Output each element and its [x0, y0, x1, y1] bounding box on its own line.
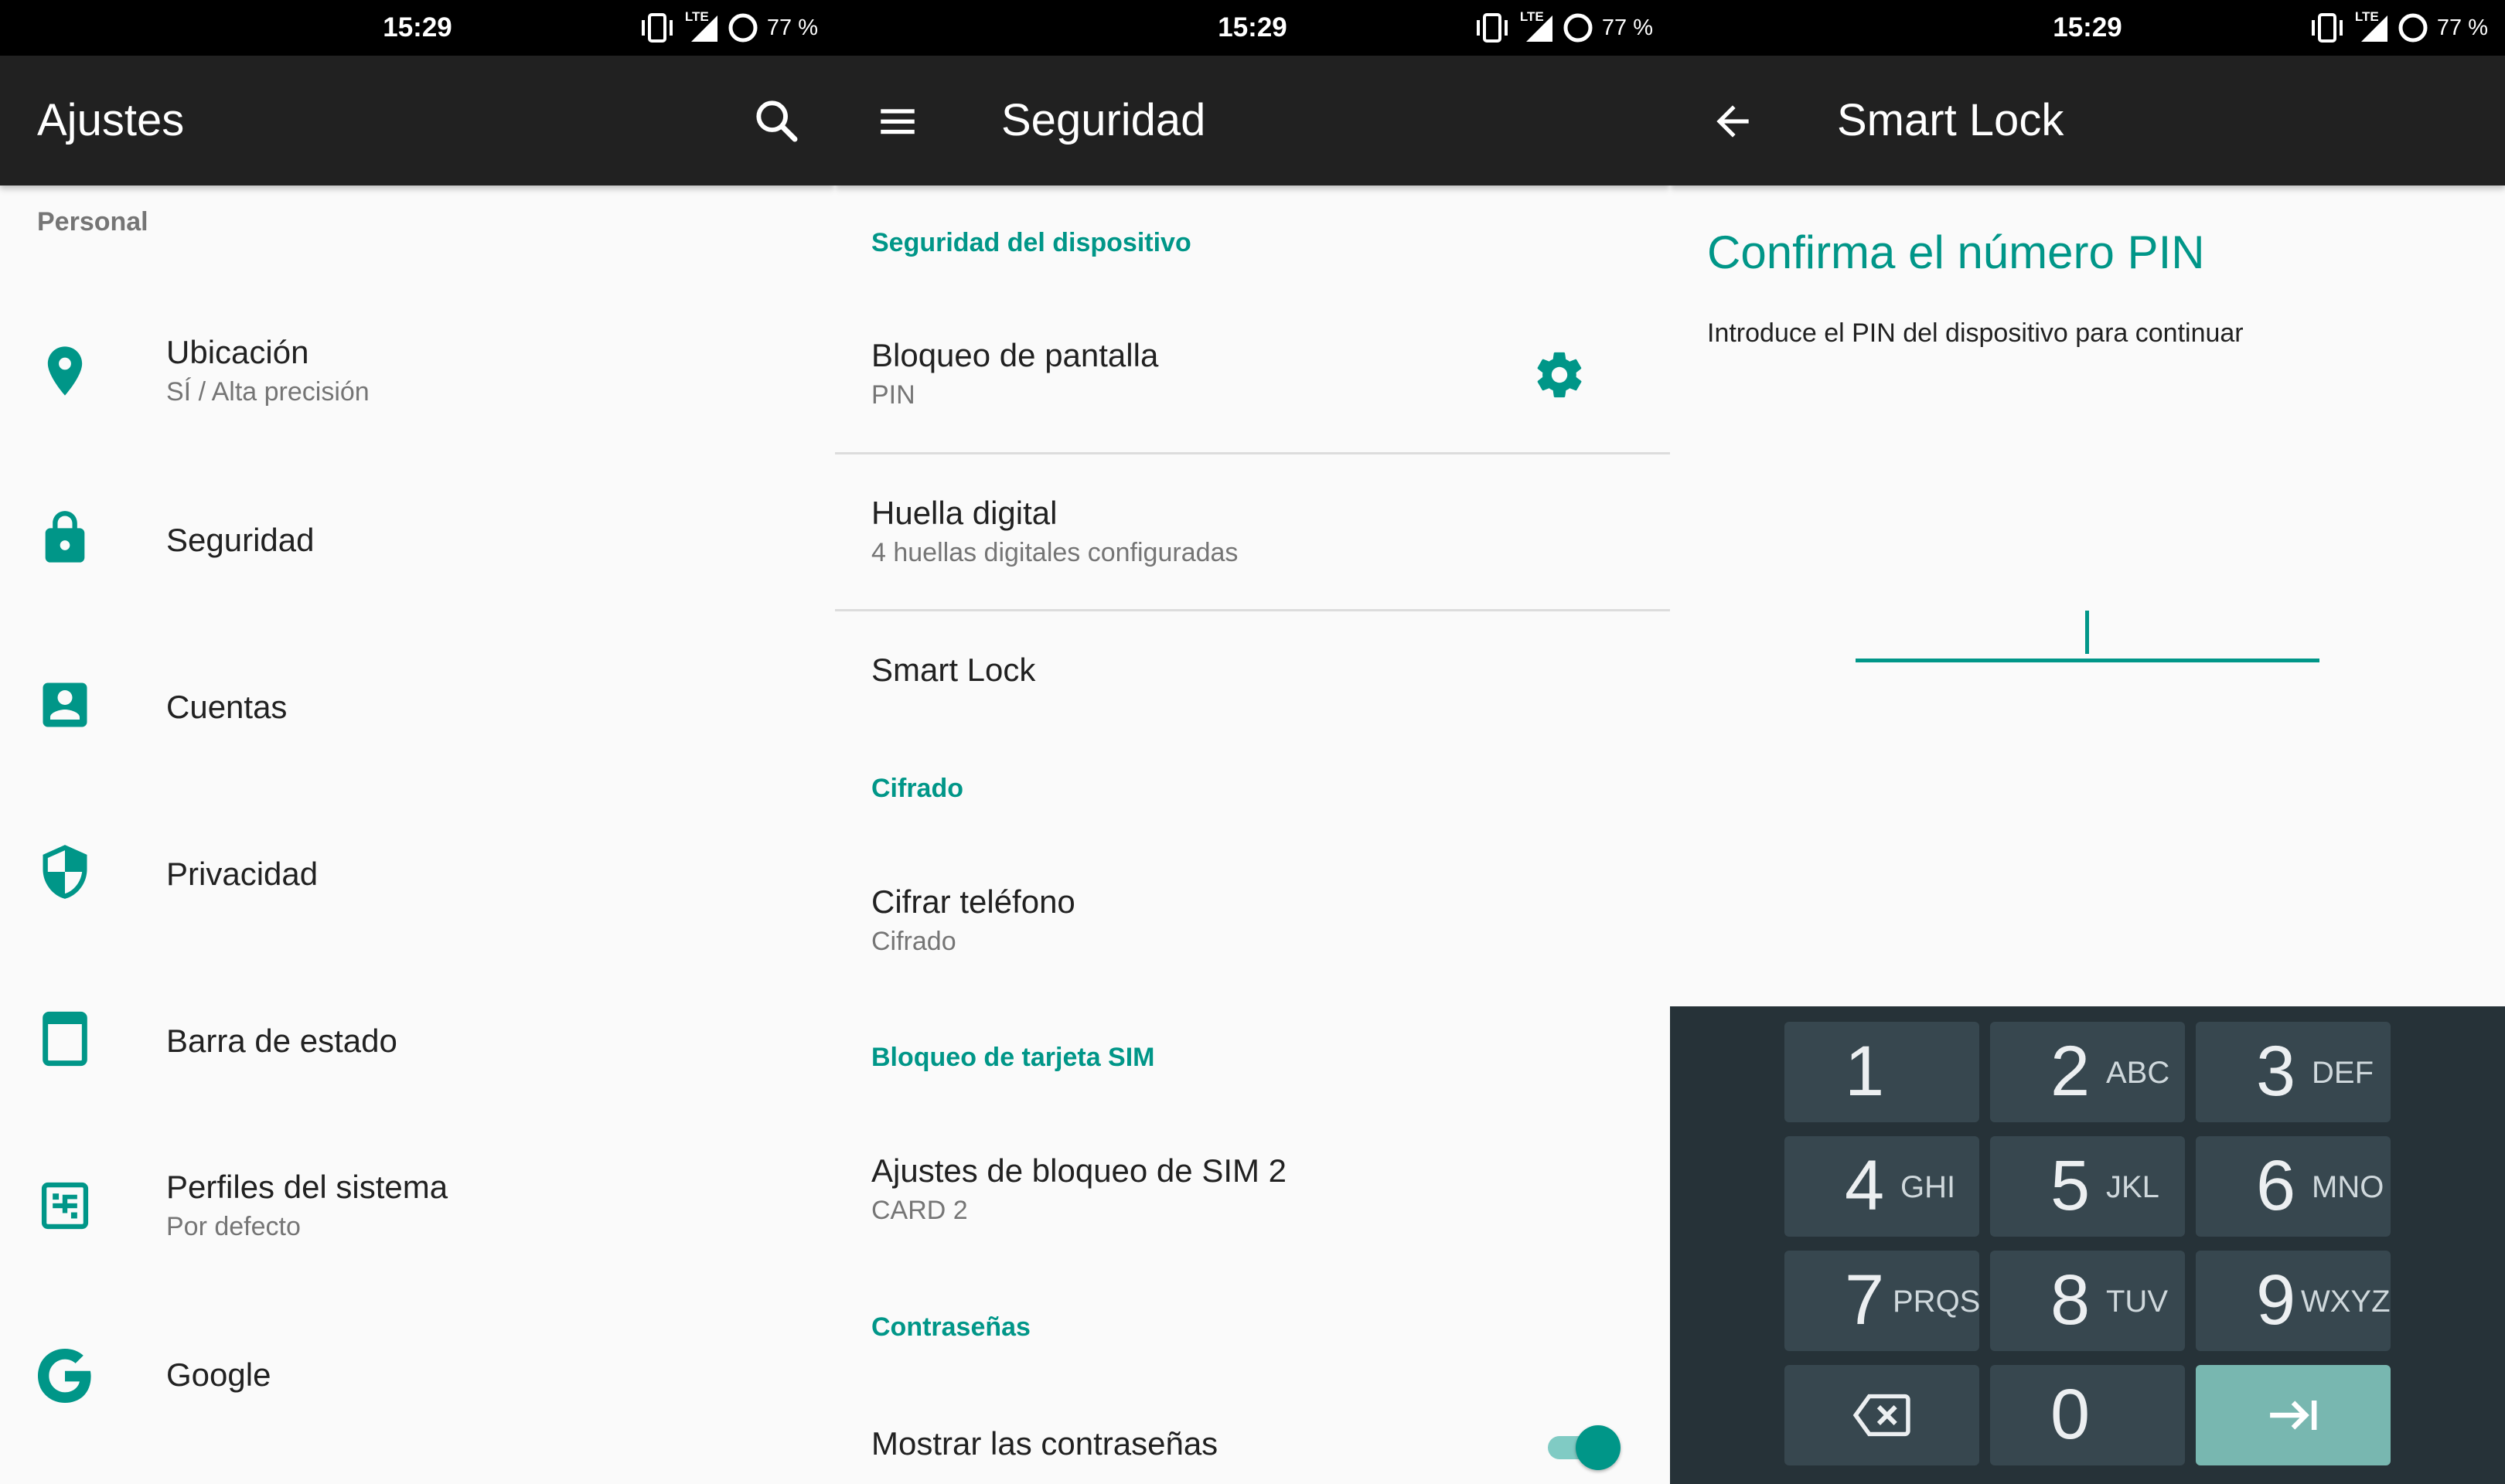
- item-subtitle: 4 huellas digitales configuradas: [871, 538, 1239, 567]
- settings-item-accounts[interactable]: Cuentas: [0, 628, 835, 782]
- item-subtitle: Cifrado: [871, 927, 956, 956]
- profiles-icon: [41, 1182, 89, 1230]
- search-icon[interactable]: [752, 96, 801, 145]
- item-label: Seguridad: [166, 522, 315, 558]
- key-9[interactable]: 9 WXYZ: [2196, 1251, 2391, 1351]
- settings-item-google[interactable]: Google: [0, 1295, 835, 1450]
- key-8[interactable]: 8 TUV: [1990, 1251, 2185, 1351]
- item-label: Cuentas: [166, 689, 288, 725]
- pin-description: Introduce el PIN del dispositivo para co…: [1707, 318, 2244, 348]
- app-bar: Ajustes: [0, 56, 835, 186]
- item-subtitle: CARD 2: [871, 1196, 968, 1225]
- backspace-key[interactable]: [1784, 1365, 1979, 1465]
- item-label: Ajustes de bloqueo de SIM 2: [871, 1152, 1287, 1189]
- item-label: Privacidad: [166, 856, 319, 892]
- back-arrow-icon[interactable]: [1709, 97, 1757, 145]
- location-pin-icon: [47, 346, 83, 396]
- key-2[interactable]: 2 ABC: [1990, 1022, 2185, 1122]
- key-7[interactable]: 7 PRQS: [1784, 1251, 1980, 1351]
- item-label: Bloqueo de pantalla: [871, 337, 1159, 373]
- encrypt-phone-item[interactable]: Cifrar teléfono Cifrado: [835, 835, 1670, 989]
- battery-percent: 77 %: [1601, 15, 1653, 40]
- vibrate-icon: [1476, 13, 1508, 43]
- menu-icon[interactable]: [875, 99, 920, 144]
- pin-heading: Confirma el número PIN: [1707, 226, 2205, 278]
- account-box-icon: [43, 682, 87, 727]
- item-label: Mostrar las contraseñas: [871, 1425, 1218, 1462]
- item-label: Ubicación: [166, 334, 309, 370]
- settings-panel: 15:29 LTE 77 % Ajustes Personal Ubicació…: [0, 0, 835, 1484]
- item-label: Perfiles del sistema: [166, 1169, 448, 1205]
- signal-icon: LTE: [685, 9, 719, 43]
- screen-lock-item[interactable]: Bloqueo de pantalla PIN: [835, 294, 1670, 452]
- show-passwords-toggle[interactable]: [1546, 1422, 1621, 1470]
- sim-lock-item[interactable]: Ajustes de bloqueo de SIM 2 CARD 2: [835, 1105, 1670, 1260]
- page-title: Smart Lock: [1837, 95, 2064, 145]
- security-panel: 15:29 LTE 77 % Seguridad Seguridad del d…: [835, 0, 1670, 1484]
- category-sim-lock: Bloqueo de tarjeta SIM: [871, 1043, 1155, 1072]
- item-subtitle: PIN: [871, 380, 915, 410]
- settings-item-privacy[interactable]: Privacidad: [0, 795, 835, 949]
- battery-percent: 77 %: [2436, 15, 2488, 40]
- key-3[interactable]: 3 DEF: [2196, 1022, 2391, 1122]
- app-bar: Seguridad: [835, 56, 1670, 186]
- google-icon: [38, 1349, 91, 1403]
- settings-item-status-bar[interactable]: Barra de estado: [0, 962, 835, 1116]
- numeric-keypad: 1 2 ABC 3 DEF 4 GHI 5 JKL 6 MNO 7 PRQS 8 TUV 9W…: [1670, 1006, 2505, 1484]
- item-label: Cifrar teléfono: [871, 883, 1075, 920]
- app-bar: Smart Lock: [1670, 56, 2505, 186]
- pin-underline: [1856, 659, 2319, 662]
- item-label: Google: [166, 1356, 271, 1393]
- smart-lock-panel: 15:29 LTE 77 % Smart Lock Confirma el nú…: [1670, 0, 2505, 1484]
- key-0[interactable]: 0: [1990, 1365, 2185, 1465]
- show-passwords-item[interactable]: Mostrar las contraseñas: [835, 1384, 1670, 1484]
- status-bar-icon: [43, 1011, 87, 1067]
- battery-ring-icon: [2398, 13, 2428, 43]
- key-4[interactable]: 4 GHI: [1784, 1136, 1979, 1237]
- battery-ring-icon: [1563, 13, 1593, 43]
- item-label: Barra de estado: [166, 1023, 397, 1059]
- category-passwords: Contraseñas: [871, 1312, 1031, 1342]
- item-subtitle: Por defecto: [166, 1212, 301, 1241]
- signal-icon: LTE: [2355, 9, 2389, 43]
- category-encryption: Cifrado: [871, 774, 963, 803]
- key-5[interactable]: 5 JKL: [1990, 1136, 2185, 1237]
- gear-icon[interactable]: [1532, 348, 1586, 402]
- vibrate-icon: [641, 13, 673, 43]
- category-device-security: Seguridad del dispositivo: [871, 228, 1191, 257]
- item-label: Smart Lock: [871, 652, 1036, 688]
- lock-icon: [45, 511, 85, 563]
- vibrate-icon: [2311, 13, 2343, 43]
- fingerprint-item[interactable]: Huella digital 4 huellas digitales confi…: [835, 454, 1670, 609]
- settings-item-location[interactable]: Ubicación SÍ / Alta precisión: [0, 294, 835, 448]
- page-title: Ajustes: [37, 95, 185, 145]
- status-bar: 15:29 LTE 77 %: [0, 0, 835, 56]
- battery-ring-icon: [728, 13, 758, 43]
- pin-input[interactable]: [1856, 603, 2319, 665]
- backspace-icon: [1852, 1394, 1910, 1437]
- page-title: Seguridad: [1001, 95, 1206, 145]
- text-cursor: [2085, 611, 2089, 654]
- shield-icon: [43, 845, 87, 899]
- key-6[interactable]: 6 MNO: [2196, 1136, 2391, 1237]
- smart-lock-item[interactable]: Smart Lock: [835, 611, 1670, 751]
- item-subtitle: SÍ / Alta precisión: [166, 377, 370, 407]
- status-bar: 15:29 LTE 77 %: [835, 0, 1670, 56]
- status-bar: 15:29 LTE 77 %: [1670, 0, 2505, 56]
- enter-key[interactable]: [2196, 1365, 2391, 1465]
- tab-arrow-icon: [2270, 1401, 2317, 1430]
- key-1[interactable]: 1: [1784, 1022, 1979, 1122]
- item-label: Huella digital: [871, 495, 1058, 531]
- section-header: Personal: [37, 207, 148, 237]
- settings-item-profiles[interactable]: Perfiles del sistema Por defecto: [0, 1128, 835, 1283]
- battery-percent: 77 %: [766, 15, 818, 40]
- settings-item-security[interactable]: Seguridad: [0, 461, 835, 615]
- signal-icon: LTE: [1520, 9, 1554, 43]
